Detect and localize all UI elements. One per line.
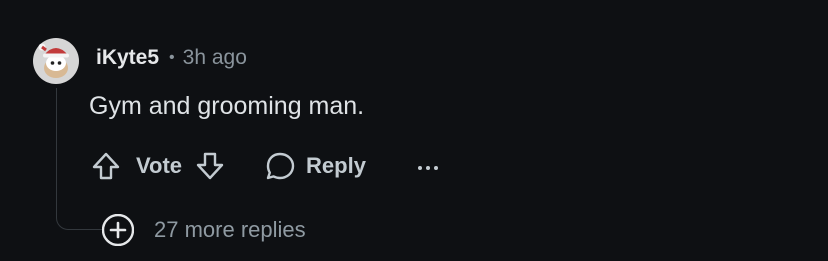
more-replies-label: 27 more replies bbox=[154, 217, 306, 242]
upvote-button[interactable] bbox=[90, 150, 122, 182]
ellipsis-icon bbox=[417, 166, 438, 170]
comment-actions: Vote Reply bbox=[90, 146, 440, 186]
snoo-avatar-icon bbox=[33, 38, 79, 84]
comment-timestamp[interactable]: 3h ago bbox=[183, 46, 247, 70]
reply-button[interactable]: Reply bbox=[264, 150, 366, 182]
arrow-up-outline-icon bbox=[92, 152, 120, 180]
reply-label: Reply bbox=[306, 153, 366, 178]
more-options-button[interactable] bbox=[416, 150, 440, 182]
downvote-button[interactable] bbox=[194, 150, 226, 182]
meta-separator: • bbox=[169, 49, 175, 66]
vote-count: Vote bbox=[136, 153, 183, 178]
vote-group: Vote bbox=[90, 150, 226, 182]
more-replies-button[interactable]: 27 more replies bbox=[102, 214, 306, 246]
speech-bubble-icon bbox=[266, 152, 295, 180]
plus-circle-icon bbox=[102, 214, 134, 246]
username-link[interactable]: iKyte5 bbox=[96, 46, 159, 70]
arrow-down-outline-icon bbox=[196, 152, 224, 180]
comment-body: Gym and grooming man. bbox=[89, 92, 365, 120]
comment-meta: iKyte5 • 3h ago bbox=[96, 44, 247, 72]
user-avatar[interactable] bbox=[33, 38, 79, 84]
